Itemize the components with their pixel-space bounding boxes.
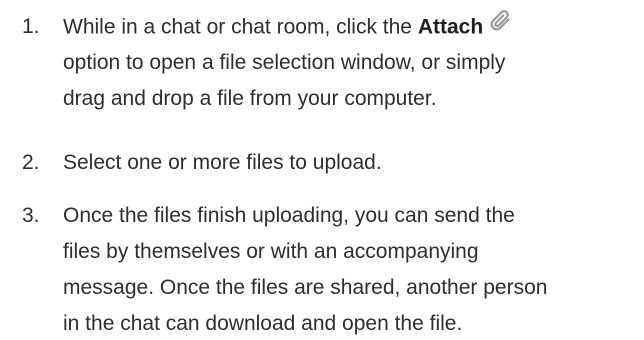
step-text: Once the files finish uploading, you can… — [63, 204, 515, 227]
step-text: Select one or more files to upload. — [63, 151, 382, 174]
step-text: files by themselves or with an accompany… — [63, 240, 479, 263]
instruction-steps-list: 1. While in a chat or chat room, click t… — [0, 0, 644, 335]
step-number: 2. — [22, 151, 40, 174]
step-text: option to open a file selection window, … — [63, 51, 506, 74]
step-line: While in a chat or chat room, click the … — [63, 9, 513, 45]
step-text: in the chat can download and open the fi… — [63, 312, 463, 335]
step-number: 3. — [22, 204, 40, 227]
step-text: drag and drop a file from your computer. — [63, 87, 437, 110]
paperclip-icon — [489, 9, 513, 43]
attach-label: Attach — [417, 15, 484, 39]
step-text: While in a chat or chat room, click the — [63, 15, 418, 39]
step-number: 1. — [22, 15, 40, 38]
step-text: message. Once the files are shared, anot… — [63, 276, 548, 299]
